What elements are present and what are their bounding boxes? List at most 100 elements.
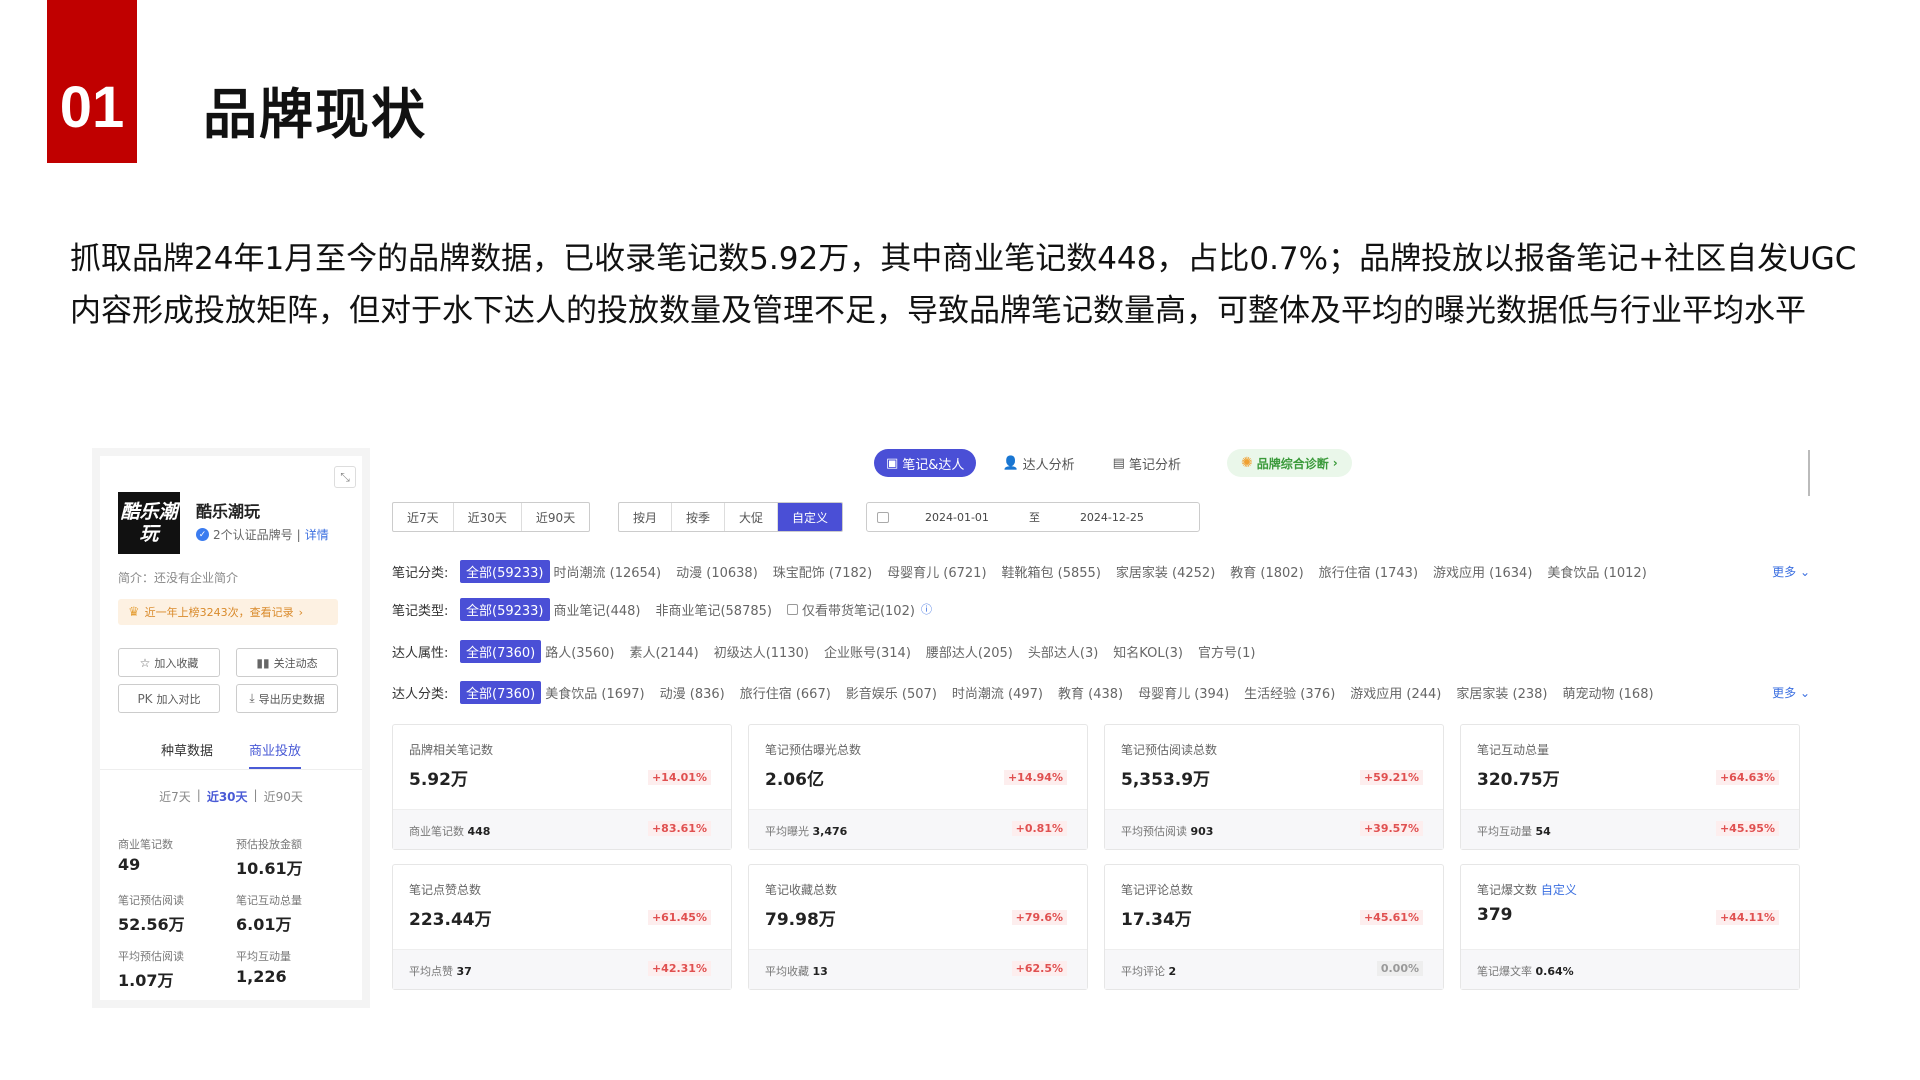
filter-option[interactable]: 企业账号(314) [824,642,911,661]
filter-option[interactable]: 美食饮品 (1697) [545,683,644,702]
filter-option[interactable]: 生活经验 (376) [1244,683,1335,702]
filter-option[interactable]: 教育 (438) [1058,683,1123,702]
main-panel: ▣ 笔记&达人 👤 达人分析 ▤ 笔记分析 ✺ 品牌综合诊断 › 近7天 近30… [392,448,1822,1008]
brand-diagnose-button[interactable]: ✺ 品牌综合诊断 › [1226,449,1352,477]
tab-note-analysis[interactable]: ▤ 笔记分析 [1101,449,1193,477]
tab-creator-analysis[interactable]: 👤 达人分析 [990,449,1086,477]
filter-selected-chip[interactable]: 全部(7360) [460,639,542,663]
card-title: 品牌相关笔记数 [409,743,494,757]
follow-updates-label: 关注动态 [273,656,318,670]
mode-month[interactable]: 按月 [619,503,673,531]
filter-option[interactable]: 游戏应用 (1634) [1433,562,1532,581]
filter-option[interactable]: 母婴育儿 (394) [1138,683,1229,702]
chevron-right-icon: › [298,605,304,619]
tab-seeding-data[interactable]: 种草数据 [161,736,213,769]
metric-card: 笔记互动总量 320.75万 +64.63% 平均互动量 54 +45.95% [1460,724,1800,850]
period-30d[interactable]: 近30天 [207,788,248,805]
slide-title: 品牌现状 [203,83,427,146]
filter-option[interactable]: 知名KOL(3) [1113,642,1183,661]
add-compare-button[interactable]: PK 加入对比 [118,684,220,713]
tab-notes-creators-label: 笔记&达人 [902,457,965,473]
divider [1808,450,1810,496]
note-type-filter: 笔记类型: 全部(59233) 商业笔记(448) 非商业笔记(58785) 仅… [392,596,1810,622]
filter-label: 达人分类: [392,686,449,702]
filter-option[interactable]: 鞋靴箱包 (5855) [1002,562,1101,581]
mode-promo[interactable]: 大促 [725,503,779,531]
filter-option[interactable]: 家居家装 (238) [1456,683,1547,702]
filter-selected-chip[interactable]: 全部(59233) [460,597,550,621]
left-tabs: 种草数据 商业投放 [100,736,362,770]
customize-link[interactable]: 自定义 [1541,883,1577,897]
filter-selected-chip[interactable]: 全部(59233) [460,559,550,583]
tab-creator-analysis-label: 达人分析 [1022,457,1075,473]
tab-notes-creators[interactable]: ▣ 笔记&达人 [874,449,977,477]
filter-option[interactable]: 头部达人(3) [1028,642,1098,661]
card-footer: 平均收藏 13 +62.5% [749,949,1087,989]
metric-card: 笔记收藏总数 79.98万 +79.6% 平均收藏 13 +62.5% [748,864,1088,990]
section-number: 01 [47,0,137,163]
filter-option[interactable]: 影音娱乐 (507) [846,683,937,702]
rank-record-bar[interactable]: ♛ 近一年上榜3243次，查看记录 › [118,599,338,625]
filter-option[interactable]: 路人(3560) [545,642,614,661]
creator-attr-filter: 达人属性: 全部(7360) 路人(3560) 素人(2144) 初级达人(11… [392,638,1810,664]
brand-description: 简介：还没有企业简介 [118,571,239,585]
verified-icon: ✓ [196,528,209,541]
card-sub-label: 笔记爆文率 [1477,965,1532,978]
range-30d[interactable]: 近30天 [454,503,522,531]
mode-custom[interactable]: 自定义 [778,503,843,531]
tab-commercial-placement[interactable]: 商业投放 [249,736,302,769]
filter-option[interactable]: 家居家装 (4252) [1116,562,1215,581]
filter-option[interactable]: 旅行住宿 (1743) [1319,562,1418,581]
mode-quarter[interactable]: 按季 [672,503,726,531]
filter-option[interactable]: 珠宝配饰 (7182) [773,562,872,581]
filter-option[interactable]: 腰部达人(205) [926,642,1013,661]
filter-option[interactable]: 时尚潮流 (497) [952,683,1043,702]
add-compare-label: 加入对比 [156,692,201,706]
date-separator: 至 [1028,511,1040,524]
filter-option[interactable]: 母婴育儿 (6721) [887,562,986,581]
filter-option[interactable]: 非商业笔记(58785) [655,600,772,619]
filter-option[interactable]: 游戏应用 (244) [1350,683,1441,702]
date-range-picker[interactable]: 2024-01-01 至 2024-12-25 [866,502,1200,532]
period-7d[interactable]: 近7天 [159,788,191,805]
help-icon: ⓘ [920,603,932,616]
filter-option[interactable]: 动漫 (836) [660,683,725,702]
card-sub-delta: +39.57% [1359,821,1423,836]
date-end[interactable]: 2024-12-25 [1080,511,1144,524]
user-icon: 👤 [1002,455,1019,471]
filter-label: 达人属性: [392,645,449,661]
card-delta: +14.94% [1003,770,1067,785]
add-favorite-button[interactable]: ☆ 加入收藏 [118,648,220,677]
card-sub-delta: +0.81% [1011,821,1067,836]
brand-name: 酷乐潮玩 [196,502,261,521]
filter-option[interactable]: 教育 (1802) [1230,562,1303,581]
filter-option[interactable]: 商业笔记(448) [554,600,641,619]
filter-option[interactable]: 美食饮品 (1012) [1547,562,1646,581]
filter-option[interactable]: 官方号(1) [1198,642,1255,661]
range-90d[interactable]: 近90天 [522,503,589,531]
stat-value: 1,226 [236,967,287,986]
stat-label: 商业笔记数 [118,838,173,851]
more-button[interactable]: 更多 ⌄ [1772,684,1810,701]
follow-updates-button[interactable]: ▮▮ 关注动态 [236,648,338,677]
filter-selected-chip[interactable]: 全部(7360) [460,680,542,704]
filter-option[interactable]: 素人(2144) [629,642,698,661]
top-tabs: ▣ 笔记&达人 👤 达人分析 ▤ 笔记分析 ✺ 品牌综合诊断 › [874,448,1352,478]
date-start[interactable]: 2024-01-01 [925,511,989,524]
period-90d[interactable]: 近90天 [264,788,303,805]
chart-icon: ▮▮ [256,655,270,670]
cert-detail-link[interactable]: 详情 [305,526,329,543]
filter-option[interactable]: 萌宠动物 (168) [1562,683,1653,702]
filter-option[interactable]: 动漫 (10638) [676,562,758,581]
filter-option[interactable]: 时尚潮流 (12654) [554,562,662,581]
card-footer: 平均曝光 3,476 +0.81% [749,809,1087,849]
collapse-icon[interactable]: ⤡ [334,466,356,488]
card-sub: 平均评论 2 [1121,963,1176,979]
export-history-button[interactable]: ⤓ 导出历史数据 [236,684,338,713]
sales-only-checkbox[interactable]: 仅看带货笔记(102) ⓘ [786,600,932,619]
filter-option[interactable]: 旅行住宿 (667) [740,683,831,702]
filter-option[interactable]: 初级达人(1130) [714,642,809,661]
more-button[interactable]: 更多 ⌄ [1772,563,1810,580]
metric-card: 笔记评论总数 17.34万 +45.61% 平均评论 2 0.00% [1104,864,1444,990]
range-7d[interactable]: 近7天 [393,503,454,531]
